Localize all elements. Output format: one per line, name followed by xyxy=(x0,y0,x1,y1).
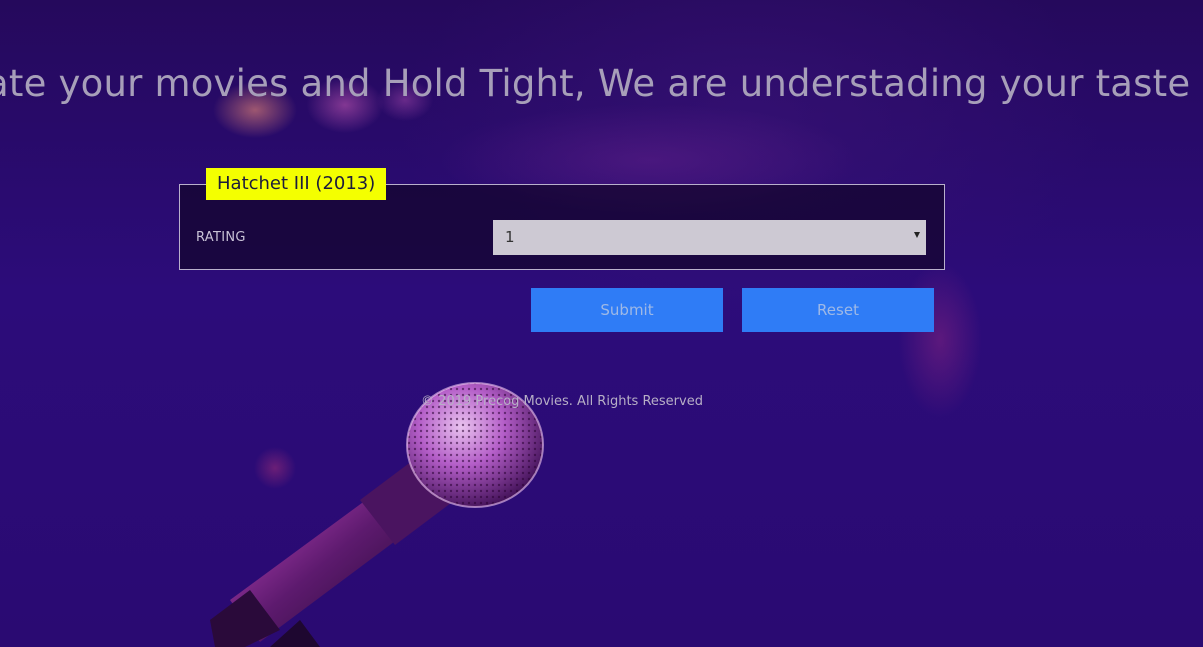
reset-button[interactable]: Reset xyxy=(742,288,934,332)
caret-down-icon xyxy=(914,232,920,238)
footer-copyright: © 2019 Precog Movies. All Rights Reserve… xyxy=(421,394,703,409)
page-headline: ate your movies and Hold Tight, We are u… xyxy=(0,62,1191,105)
submit-button[interactable]: Submit xyxy=(531,288,723,332)
movie-title-legend: Hatchet III (2013) xyxy=(206,168,387,200)
microphone-image xyxy=(210,382,544,647)
rating-select[interactable]: 1 xyxy=(493,220,926,255)
rating-selected-value: 1 xyxy=(505,228,515,246)
rating-label: RATING xyxy=(196,230,246,245)
